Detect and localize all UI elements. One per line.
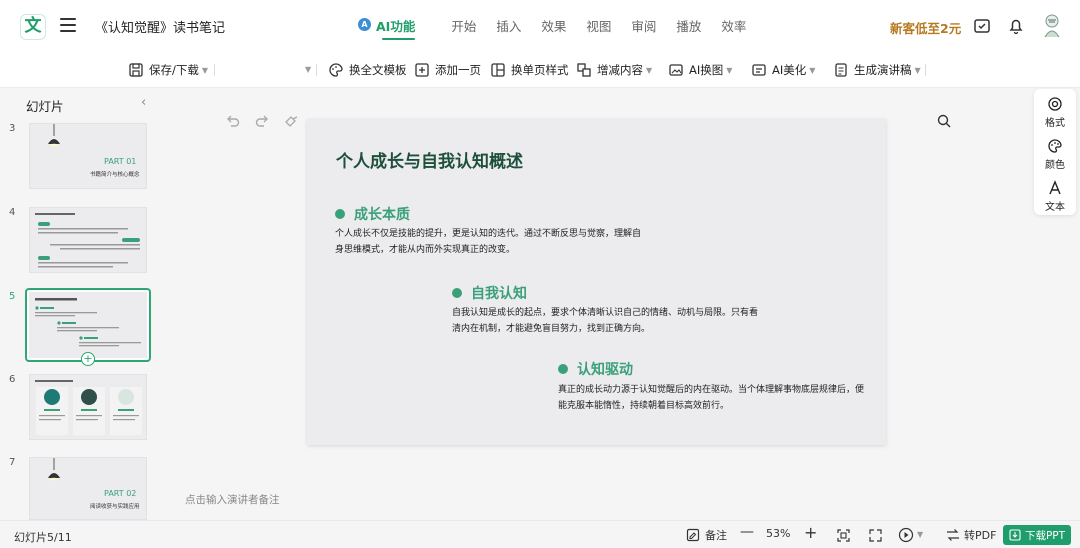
tab-play[interactable]: 播放 <box>676 16 701 40</box>
adjust-content-button[interactable]: 增减内容 ▼ <box>576 60 652 80</box>
bullet-dot-icon <box>558 364 568 374</box>
menu-icon[interactable] <box>60 18 76 32</box>
slide-thumbnail-6[interactable] <box>29 374 147 440</box>
fit-screen-icon[interactable] <box>836 528 851 543</box>
palette-icon <box>1048 139 1062 153</box>
ai-beautify-icon <box>752 64 766 76</box>
text-a-icon <box>1049 180 1061 195</box>
generate-script-button[interactable]: 生成演讲稿 ▼ <box>833 60 921 80</box>
top-header: 文 《认知觉醒》读书笔记 A AI功能 开始 插入 效果 视图 审阅 播放 效率… <box>0 0 1080 52</box>
format-button[interactable]: 格式 <box>1034 96 1076 129</box>
ai-image-button[interactable]: AI换图 ▼ <box>668 60 732 80</box>
right-property-panel: 格式 颜色 文本 <box>1034 89 1076 215</box>
section-body[interactable]: 个人成长不仅是技能的提升，更是认知的迭代。通过不断反思与觉察，理解自 身思维模式… <box>335 226 641 258</box>
slide-thumbnail-5[interactable] <box>25 288 151 362</box>
tab-ai[interactable]: A AI功能 <box>358 16 416 40</box>
slide-number: 4 <box>9 207 16 218</box>
panel-title: 幻灯片 <box>26 99 64 114</box>
redo-icon[interactable] <box>254 113 270 129</box>
status-bar: 幻灯片5/11 备注 — 53% + ▼ 转PDF 下载PPT <box>0 520 1080 548</box>
tab-efficiency[interactable]: 效率 <box>721 16 746 40</box>
change-page-style-button[interactable]: 换单页样式 <box>490 60 569 80</box>
thumb-part-label: PART 02 <box>104 489 137 498</box>
palette-icon <box>329 63 343 77</box>
slide-title[interactable]: 个人成长与自我认知概述 <box>336 147 523 172</box>
fullscreen-icon[interactable] <box>868 528 883 543</box>
replace-template-button[interactable]: 换全文模板 <box>328 60 407 80</box>
ai-icon: A <box>358 18 371 31</box>
notes-toggle-button[interactable]: 备注 <box>686 527 727 543</box>
section-heading[interactable]: 认知驱动 <box>558 359 633 379</box>
slide-thumbnail-3[interactable]: PART 01 书籍简介与核心概念 <box>29 123 147 189</box>
section-heading[interactable]: 成长本质 <box>335 204 410 224</box>
speaker-notes-input[interactable]: 点击输入演讲者备注 <box>185 492 280 507</box>
toolbar: 保存/下载 ▼ ▼ 换全文模板 添加一页 换单页样式 增减内容 ▼ AI换图 ▼ AI… <box>0 52 1080 128</box>
promo-link[interactable]: 新客低至2元 <box>890 18 961 37</box>
save-icon <box>129 63 143 77</box>
slide-canvas[interactable]: 个人成长与自我认知概述 成长本质 个人成长不仅是技能的提升，更是认知的迭代。通过… <box>307 119 886 445</box>
tab-effects[interactable]: 效果 <box>541 16 566 40</box>
collapse-panel-icon[interactable]: ‹ <box>141 95 146 110</box>
thumb-subtitle: 阅读收获与实践应用 <box>90 504 140 510</box>
zoom-out-button[interactable]: — <box>740 524 754 540</box>
section-body[interactable]: 真正的成长动力源于认知觉醒后的内在驱动。当个体理解事物底层规律后，便 能克服本能… <box>558 382 864 414</box>
tab-view[interactable]: 视图 <box>586 16 611 40</box>
selected-slide-preview <box>29 292 147 358</box>
main-tabs: A AI功能 开始 插入 效果 视图 审阅 播放 效率 <box>358 16 766 40</box>
document-title[interactable]: 《认知觉醒》读书笔记 <box>95 17 225 36</box>
thumb-subtitle: 书籍简介与核心概念 <box>90 172 140 178</box>
convert-icon <box>947 529 959 541</box>
tab-start[interactable]: 开始 <box>451 16 476 40</box>
download-ppt-button[interactable]: 下载PPT <box>1003 525 1071 545</box>
bullet-dot-icon <box>335 209 345 219</box>
slide-panel: 幻灯片 ‹ 3 PART 01 书籍简介与核心概念 4 5 + 6 7 PART… <box>0 88 162 520</box>
checkbox-folder-icon[interactable] <box>973 17 991 35</box>
slide-number: 7 <box>9 457 16 468</box>
slide-4-preview <box>35 213 140 268</box>
slide-number: 5 <box>9 291 16 302</box>
section-heading[interactable]: 自我认知 <box>452 283 527 303</box>
slide-number: 6 <box>9 374 16 385</box>
add-page-button[interactable]: 添加一页 <box>414 60 481 80</box>
ai-beautify-button[interactable]: AI美化 ▼ <box>751 60 815 80</box>
slide-6-preview <box>35 380 142 435</box>
section-body[interactable]: 自我认知是成长的起点，要求个体清晰认识自己的情绪、动机与局限。只有看 清内在机制… <box>452 305 758 337</box>
script-icon <box>835 63 847 77</box>
download-icon <box>1009 529 1021 541</box>
thumb-part-label: PART 01 <box>104 157 137 166</box>
zoom-level[interactable]: 53% <box>766 527 790 540</box>
convert-pdf-button[interactable]: 转PDF <box>946 527 996 543</box>
adjust-content-icon <box>577 63 591 77</box>
format-painter-icon[interactable] <box>283 113 301 129</box>
add-slide-icon[interactable]: + <box>81 352 95 366</box>
format-icon <box>1048 97 1062 111</box>
save-download-button[interactable]: 保存/下载 ▼ <box>128 60 208 80</box>
slide-5-preview <box>35 298 141 347</box>
avatar[interactable] <box>1040 13 1064 39</box>
tab-insert[interactable]: 插入 <box>496 16 521 40</box>
slide-number: 3 <box>9 123 16 134</box>
text-button[interactable]: 文本 <box>1034 180 1076 213</box>
add-page-icon <box>415 63 429 77</box>
slide-counter: 幻灯片5/11 <box>14 531 72 544</box>
slide-thumbnail-4[interactable] <box>29 207 147 273</box>
undo-icon[interactable] <box>225 113 241 129</box>
tab-review[interactable]: 审阅 <box>631 16 656 40</box>
play-icon[interactable] <box>898 527 914 543</box>
bullet-dot-icon <box>452 288 462 298</box>
layout-icon <box>491 63 505 77</box>
app-logo[interactable]: 文 <box>20 14 46 40</box>
notes-icon <box>686 528 700 542</box>
play-dropdown-icon[interactable]: ▼ <box>917 530 923 539</box>
search-icon[interactable] <box>936 113 952 129</box>
ai-image-icon <box>669 64 683 76</box>
color-button[interactable]: 颜色 <box>1034 138 1076 171</box>
slide-thumbnail-7[interactable]: PART 02 阅读收获与实践应用 <box>29 457 147 520</box>
zoom-in-button[interactable]: + <box>804 523 817 542</box>
bell-icon[interactable] <box>1007 17 1025 35</box>
